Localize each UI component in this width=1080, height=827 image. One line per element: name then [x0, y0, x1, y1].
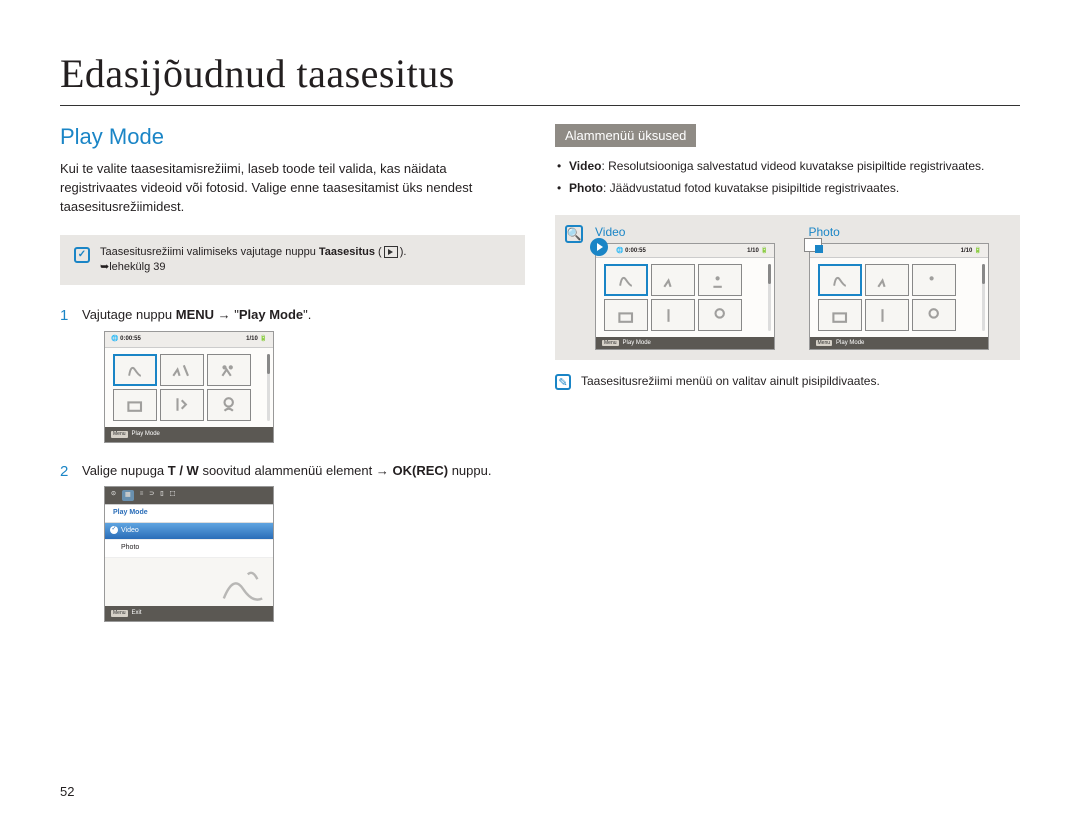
ss-counter: 1/10 🔋: [246, 335, 267, 344]
final-note: ✎ Taasesitusrežiimi menüü on valitav ain…: [555, 374, 1020, 390]
step1-menu: MENU: [176, 307, 214, 322]
note-box: ✓ Taasesitusrežiimi valimiseks vajutage …: [60, 235, 525, 286]
thumbnail[interactable]: [865, 299, 909, 331]
header-icon: ≡: [140, 490, 144, 501]
menu-item-photo[interactable]: Photo: [105, 540, 273, 558]
note-text-bold: Taasesitus: [319, 246, 375, 258]
step2-okrec: OK(REC): [392, 463, 448, 478]
thumbnail[interactable]: [912, 299, 956, 331]
scrollbar[interactable]: [982, 264, 985, 331]
section-title: Play Mode: [60, 124, 525, 150]
thumbnail[interactable]: [113, 354, 157, 386]
thumbnail[interactable]: [865, 264, 909, 296]
thumbnail[interactable]: [604, 299, 648, 331]
ss-footer-label: Play Mode: [623, 340, 651, 346]
photo-label: Photo: [809, 225, 1011, 239]
chapter-title: Edasijõudnud taasesitus: [60, 50, 1020, 106]
playback-icon: [384, 246, 398, 258]
check-icon: ✓: [74, 247, 90, 263]
pencil-icon: ✎: [555, 374, 571, 390]
intro-paragraph: Kui te valite taasesitamisrežiimi, laseb…: [60, 160, 525, 217]
header-icon: ▯: [160, 490, 163, 501]
step2-mid: soovitud alammenüü element →: [199, 463, 393, 478]
magnifier-icon: 🔍: [565, 225, 583, 243]
header-icon: ⬚: [170, 490, 176, 501]
header-icon: ⊃: [149, 490, 154, 501]
scrollbar[interactable]: [768, 264, 771, 331]
screenshot-video-thumbs: 🌐 0:00:55 1/10 🔋: [595, 243, 775, 350]
thumbnail[interactable]: [912, 264, 956, 296]
menu-chip: Menu: [602, 340, 619, 346]
ss-time: 🌐 0:00:55: [616, 247, 646, 254]
menu-item-video[interactable]: Video: [105, 523, 273, 541]
ss-footer-label: Play Mode: [836, 340, 864, 346]
thumbnail[interactable]: [207, 354, 251, 386]
submenu-header: Alammenüü üksused: [555, 124, 696, 147]
ss-counter: 1/10 🔋: [961, 247, 982, 254]
dual-screenshot-box: 🔍 Video 🌐 0:00:55 1/10 🔋: [555, 215, 1020, 360]
thumbnail[interactable]: [604, 264, 648, 296]
final-note-text: Taasesitusrežiimi menüü on valitav ainul…: [581, 374, 880, 388]
screenshot-thumbnails: 🌐 0:00:55 1/10 🔋: [104, 331, 274, 443]
scrollbar[interactable]: [267, 354, 270, 421]
page-number: 52: [60, 784, 74, 799]
menu-chip: Menu: [111, 431, 128, 439]
thumbnail[interactable]: [698, 264, 742, 296]
ss-footer-label: Play Mode: [132, 430, 160, 439]
step-2: Valige nupuga T / W soovitud alammenüü e…: [60, 461, 525, 622]
bullet-video: Video: Resolutsiooniga salvestatud video…: [555, 157, 1020, 175]
step2-prefix: Valige nupuga: [82, 463, 168, 478]
ss-exit-label: Exit: [132, 609, 142, 618]
bullet-photo: Photo: Jäädvustatud fotod kuvatakse pisi…: [555, 179, 1020, 197]
step2-suffix: nuppu.: [448, 463, 491, 478]
thumbnail[interactable]: [160, 354, 204, 386]
thumbnail[interactable]: [698, 299, 742, 331]
thumbnail[interactable]: [113, 389, 157, 421]
step1-suffix: ".: [303, 307, 311, 322]
play-badge-icon: [590, 238, 608, 256]
video-label: Video: [595, 225, 797, 239]
thumbnail[interactable]: [818, 299, 862, 331]
note-text-prefix: Taasesitusrežiimi valimiseks vajutage nu…: [100, 246, 319, 258]
screenshot-menu: ⊙ ▦ ≡ ⊃ ▯ ⬚ Play Mode Video Photo: [104, 486, 274, 622]
step1-prefix: Vajutage nuppu: [82, 307, 176, 322]
header-icon: ▦: [122, 490, 134, 501]
note-pageref: lehekülg 39: [109, 261, 165, 273]
right-column: Alammenüü üksused Video: Resolutsiooniga…: [555, 124, 1020, 640]
menu-chip: Menu: [816, 340, 833, 346]
step1-playmode: Play Mode: [239, 307, 303, 322]
header-icon: ⊙: [111, 490, 116, 501]
step1-arrow: → ": [214, 307, 239, 322]
ss-time: 🌐 0:00:55: [111, 335, 141, 344]
ss-counter: 1/10 🔋: [747, 247, 768, 254]
thumbnail[interactable]: [818, 264, 862, 296]
note-text-suffix: (: [375, 246, 382, 258]
thumbnail[interactable]: [651, 264, 695, 296]
menu-title: Play Mode: [105, 505, 273, 523]
thumbnail[interactable]: [207, 389, 251, 421]
step-1: Vajutage nuppu MENU → "Play Mode". 🌐 0:0…: [60, 305, 525, 443]
thumbnail[interactable]: [651, 299, 695, 331]
thumbnail[interactable]: [160, 389, 204, 421]
left-column: Play Mode Kui te valite taasesitamisreži…: [60, 124, 525, 640]
screenshot-photo-thumbs: . 1/10 🔋 Menu: [809, 243, 989, 350]
menu-chip: Menu: [111, 610, 128, 618]
photo-badge-icon: [804, 238, 822, 252]
step2-tw: T / W: [168, 463, 199, 478]
